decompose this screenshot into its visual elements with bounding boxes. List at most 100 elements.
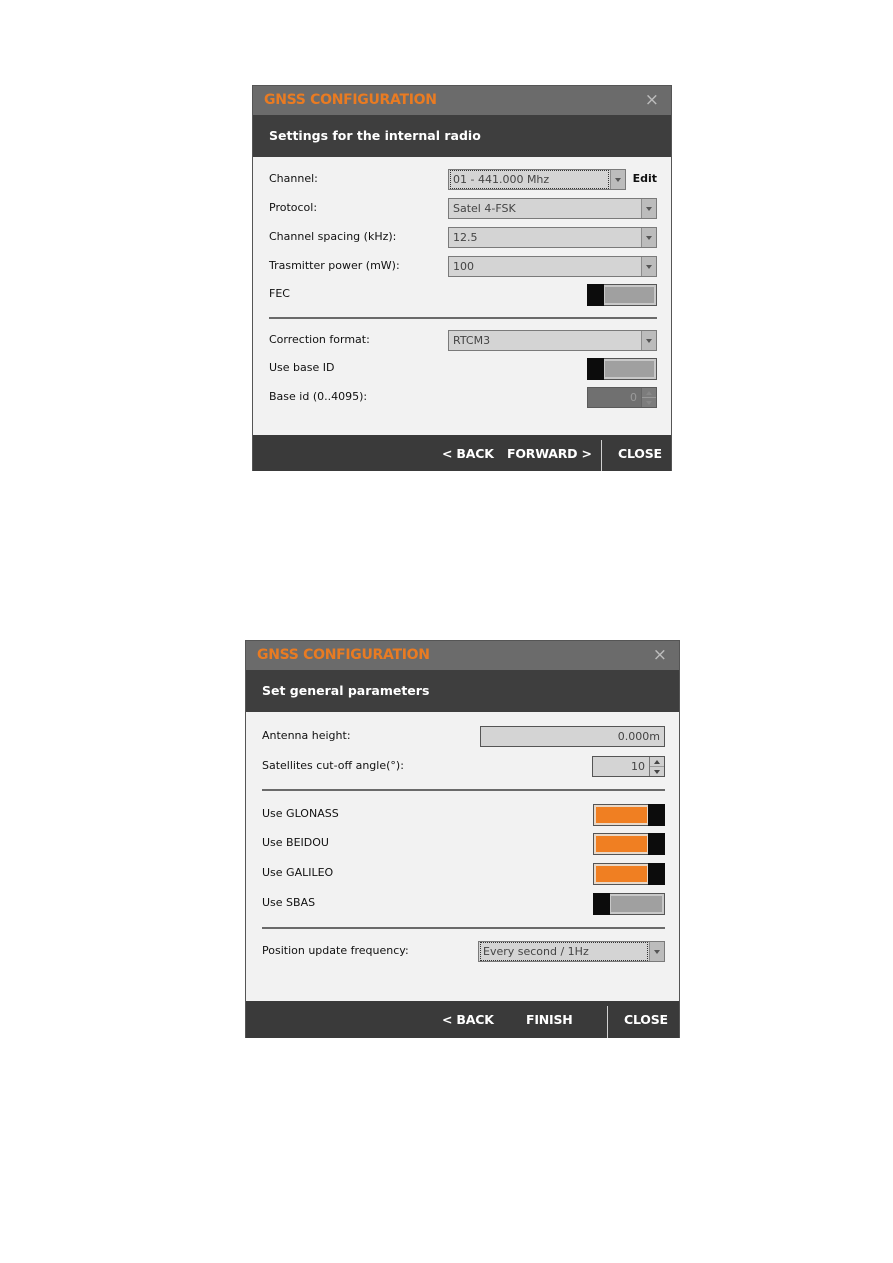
section-divider bbox=[269, 317, 657, 319]
increment-icon[interactable] bbox=[650, 757, 664, 767]
section-divider bbox=[262, 927, 665, 929]
dialog-subtitle: Settings for the internal radio bbox=[269, 128, 481, 143]
toggle-knob[interactable] bbox=[648, 833, 665, 855]
base-id-spinner[interactable]: 0 bbox=[587, 387, 657, 408]
antenna-height-row: Antenna height: 0.000m bbox=[262, 726, 665, 748]
fec-toggle[interactable] bbox=[587, 284, 657, 306]
update-frequency-value: Every second / 1Hz bbox=[480, 942, 648, 961]
dialog-footer: < BACK FORWARD > CLOSE bbox=[253, 435, 671, 471]
channel-spacing-label: Channel spacing (kHz): bbox=[269, 230, 397, 243]
correction-format-label: Correction format: bbox=[269, 333, 370, 346]
antenna-height-label: Antenna height: bbox=[262, 729, 351, 742]
protocol-select[interactable]: Satel 4-FSK bbox=[448, 198, 657, 219]
toggle-knob[interactable] bbox=[587, 284, 604, 306]
correction-format-row: Correction format: RTCM3 bbox=[269, 330, 657, 352]
toggle-track bbox=[611, 896, 662, 912]
base-id-value: 0 bbox=[630, 391, 637, 404]
base-id-label: Base id (0..4095): bbox=[269, 390, 368, 403]
use-galileo-label: Use GALILEO bbox=[262, 866, 334, 879]
spinner-buttons bbox=[641, 388, 656, 407]
use-base-id-label: Use base ID bbox=[269, 361, 335, 374]
back-button[interactable]: < BACK bbox=[442, 1012, 494, 1027]
toggle-knob[interactable] bbox=[648, 863, 665, 885]
use-beidou-label: Use BEIDOU bbox=[262, 836, 329, 849]
protocol-row: Protocol: Satel 4-FSK bbox=[269, 198, 657, 220]
dialog-subheader: Set general parameters bbox=[246, 670, 679, 712]
use-galileo-toggle[interactable] bbox=[593, 863, 665, 885]
transmitter-power-select[interactable]: 100 bbox=[448, 256, 657, 277]
close-icon[interactable]: × bbox=[645, 90, 659, 110]
channel-spacing-select[interactable]: 12.5 bbox=[448, 227, 657, 248]
channel-row: Channel: 01 - 441.000 Mhz Edit bbox=[269, 169, 657, 191]
dialog-subtitle: Set general parameters bbox=[262, 683, 430, 698]
toggle-track bbox=[605, 287, 654, 303]
finish-button[interactable]: FINISH bbox=[526, 1012, 573, 1027]
chevron-down-icon[interactable] bbox=[641, 228, 656, 247]
antenna-height-value: 0.000m bbox=[617, 730, 660, 743]
use-glonass-label: Use GLONASS bbox=[262, 807, 339, 820]
correction-format-select[interactable]: RTCM3 bbox=[448, 330, 657, 351]
cutoff-angle-label: Satellites cut-off angle(°): bbox=[262, 759, 404, 772]
dialog-title: GNSS CONFIGURATION bbox=[257, 647, 430, 663]
chevron-down-icon[interactable] bbox=[641, 199, 656, 218]
forward-button[interactable]: FORWARD > bbox=[507, 446, 592, 461]
use-base-id-row: Use base ID bbox=[269, 358, 657, 380]
radio-settings-dialog: GNSS CONFIGURATION × Settings for the in… bbox=[252, 85, 672, 471]
decrement-icon[interactable] bbox=[642, 398, 656, 408]
decrement-icon[interactable] bbox=[650, 767, 664, 777]
use-base-id-toggle[interactable] bbox=[587, 358, 657, 380]
fec-row: FEC bbox=[269, 284, 657, 306]
chevron-down-icon[interactable] bbox=[649, 942, 664, 961]
section-divider bbox=[262, 789, 665, 791]
protocol-label: Protocol: bbox=[269, 201, 318, 214]
dialog-title: GNSS CONFIGURATION bbox=[264, 92, 437, 108]
channel-select[interactable]: 01 - 441.000 Mhz bbox=[448, 169, 626, 190]
close-button[interactable]: CLOSE bbox=[618, 446, 662, 461]
general-parameters-dialog: GNSS CONFIGURATION × Set general paramet… bbox=[245, 640, 680, 1038]
use-glonass-toggle[interactable] bbox=[593, 804, 665, 826]
base-id-row: Base id (0..4095): 0 bbox=[269, 387, 657, 409]
increment-icon[interactable] bbox=[642, 388, 656, 398]
toggle-track bbox=[596, 807, 647, 823]
transmitter-power-label: Trasmitter power (mW): bbox=[269, 259, 400, 272]
use-beidou-row: Use BEIDOU bbox=[262, 833, 665, 855]
toggle-track bbox=[596, 836, 647, 852]
close-icon[interactable]: × bbox=[653, 645, 667, 665]
cutoff-angle-row: Satellites cut-off angle(°): 10 bbox=[262, 756, 665, 778]
spinner-buttons bbox=[649, 757, 664, 776]
use-galileo-row: Use GALILEO bbox=[262, 863, 665, 885]
toggle-knob[interactable] bbox=[648, 804, 665, 826]
channel-label: Channel: bbox=[269, 172, 318, 185]
close-button[interactable]: CLOSE bbox=[624, 1012, 668, 1027]
toggle-knob[interactable] bbox=[587, 358, 604, 380]
edit-channel-button[interactable]: Edit bbox=[633, 172, 657, 185]
transmitter-power-row: Trasmitter power (mW): 100 bbox=[269, 256, 657, 278]
use-sbas-row: Use SBAS bbox=[262, 893, 665, 915]
chevron-down-icon[interactable] bbox=[641, 331, 656, 350]
cutoff-angle-spinner[interactable]: 10 bbox=[592, 756, 665, 777]
correction-format-value: RTCM3 bbox=[453, 334, 491, 347]
fec-label: FEC bbox=[269, 287, 290, 300]
toggle-track bbox=[596, 866, 647, 882]
use-sbas-label: Use SBAS bbox=[262, 896, 316, 909]
update-frequency-select[interactable]: Every second / 1Hz bbox=[478, 941, 665, 962]
chevron-down-icon[interactable] bbox=[641, 257, 656, 276]
dialog-footer: < BACK FINISH CLOSE bbox=[246, 1001, 679, 1038]
transmitter-power-value: 100 bbox=[453, 260, 474, 273]
footer-separator bbox=[607, 1006, 608, 1038]
use-beidou-toggle[interactable] bbox=[593, 833, 665, 855]
cutoff-angle-value: 10 bbox=[631, 760, 645, 773]
update-frequency-label: Position update frequency: bbox=[262, 944, 409, 957]
dialog-titlebar: GNSS CONFIGURATION × bbox=[253, 85, 671, 115]
channel-spacing-row: Channel spacing (kHz): 12.5 bbox=[269, 227, 657, 249]
toggle-track bbox=[605, 361, 654, 377]
channel-spacing-value: 12.5 bbox=[453, 231, 478, 244]
chevron-down-icon[interactable] bbox=[610, 170, 625, 189]
update-frequency-row: Position update frequency: Every second … bbox=[262, 941, 665, 963]
channel-value: 01 - 441.000 Mhz bbox=[450, 170, 609, 189]
toggle-knob[interactable] bbox=[593, 893, 610, 915]
use-sbas-toggle[interactable] bbox=[593, 893, 665, 915]
back-button[interactable]: < BACK bbox=[442, 446, 494, 461]
antenna-height-input[interactable]: 0.000m bbox=[480, 726, 665, 747]
dialog-titlebar: GNSS CONFIGURATION × bbox=[246, 640, 679, 670]
